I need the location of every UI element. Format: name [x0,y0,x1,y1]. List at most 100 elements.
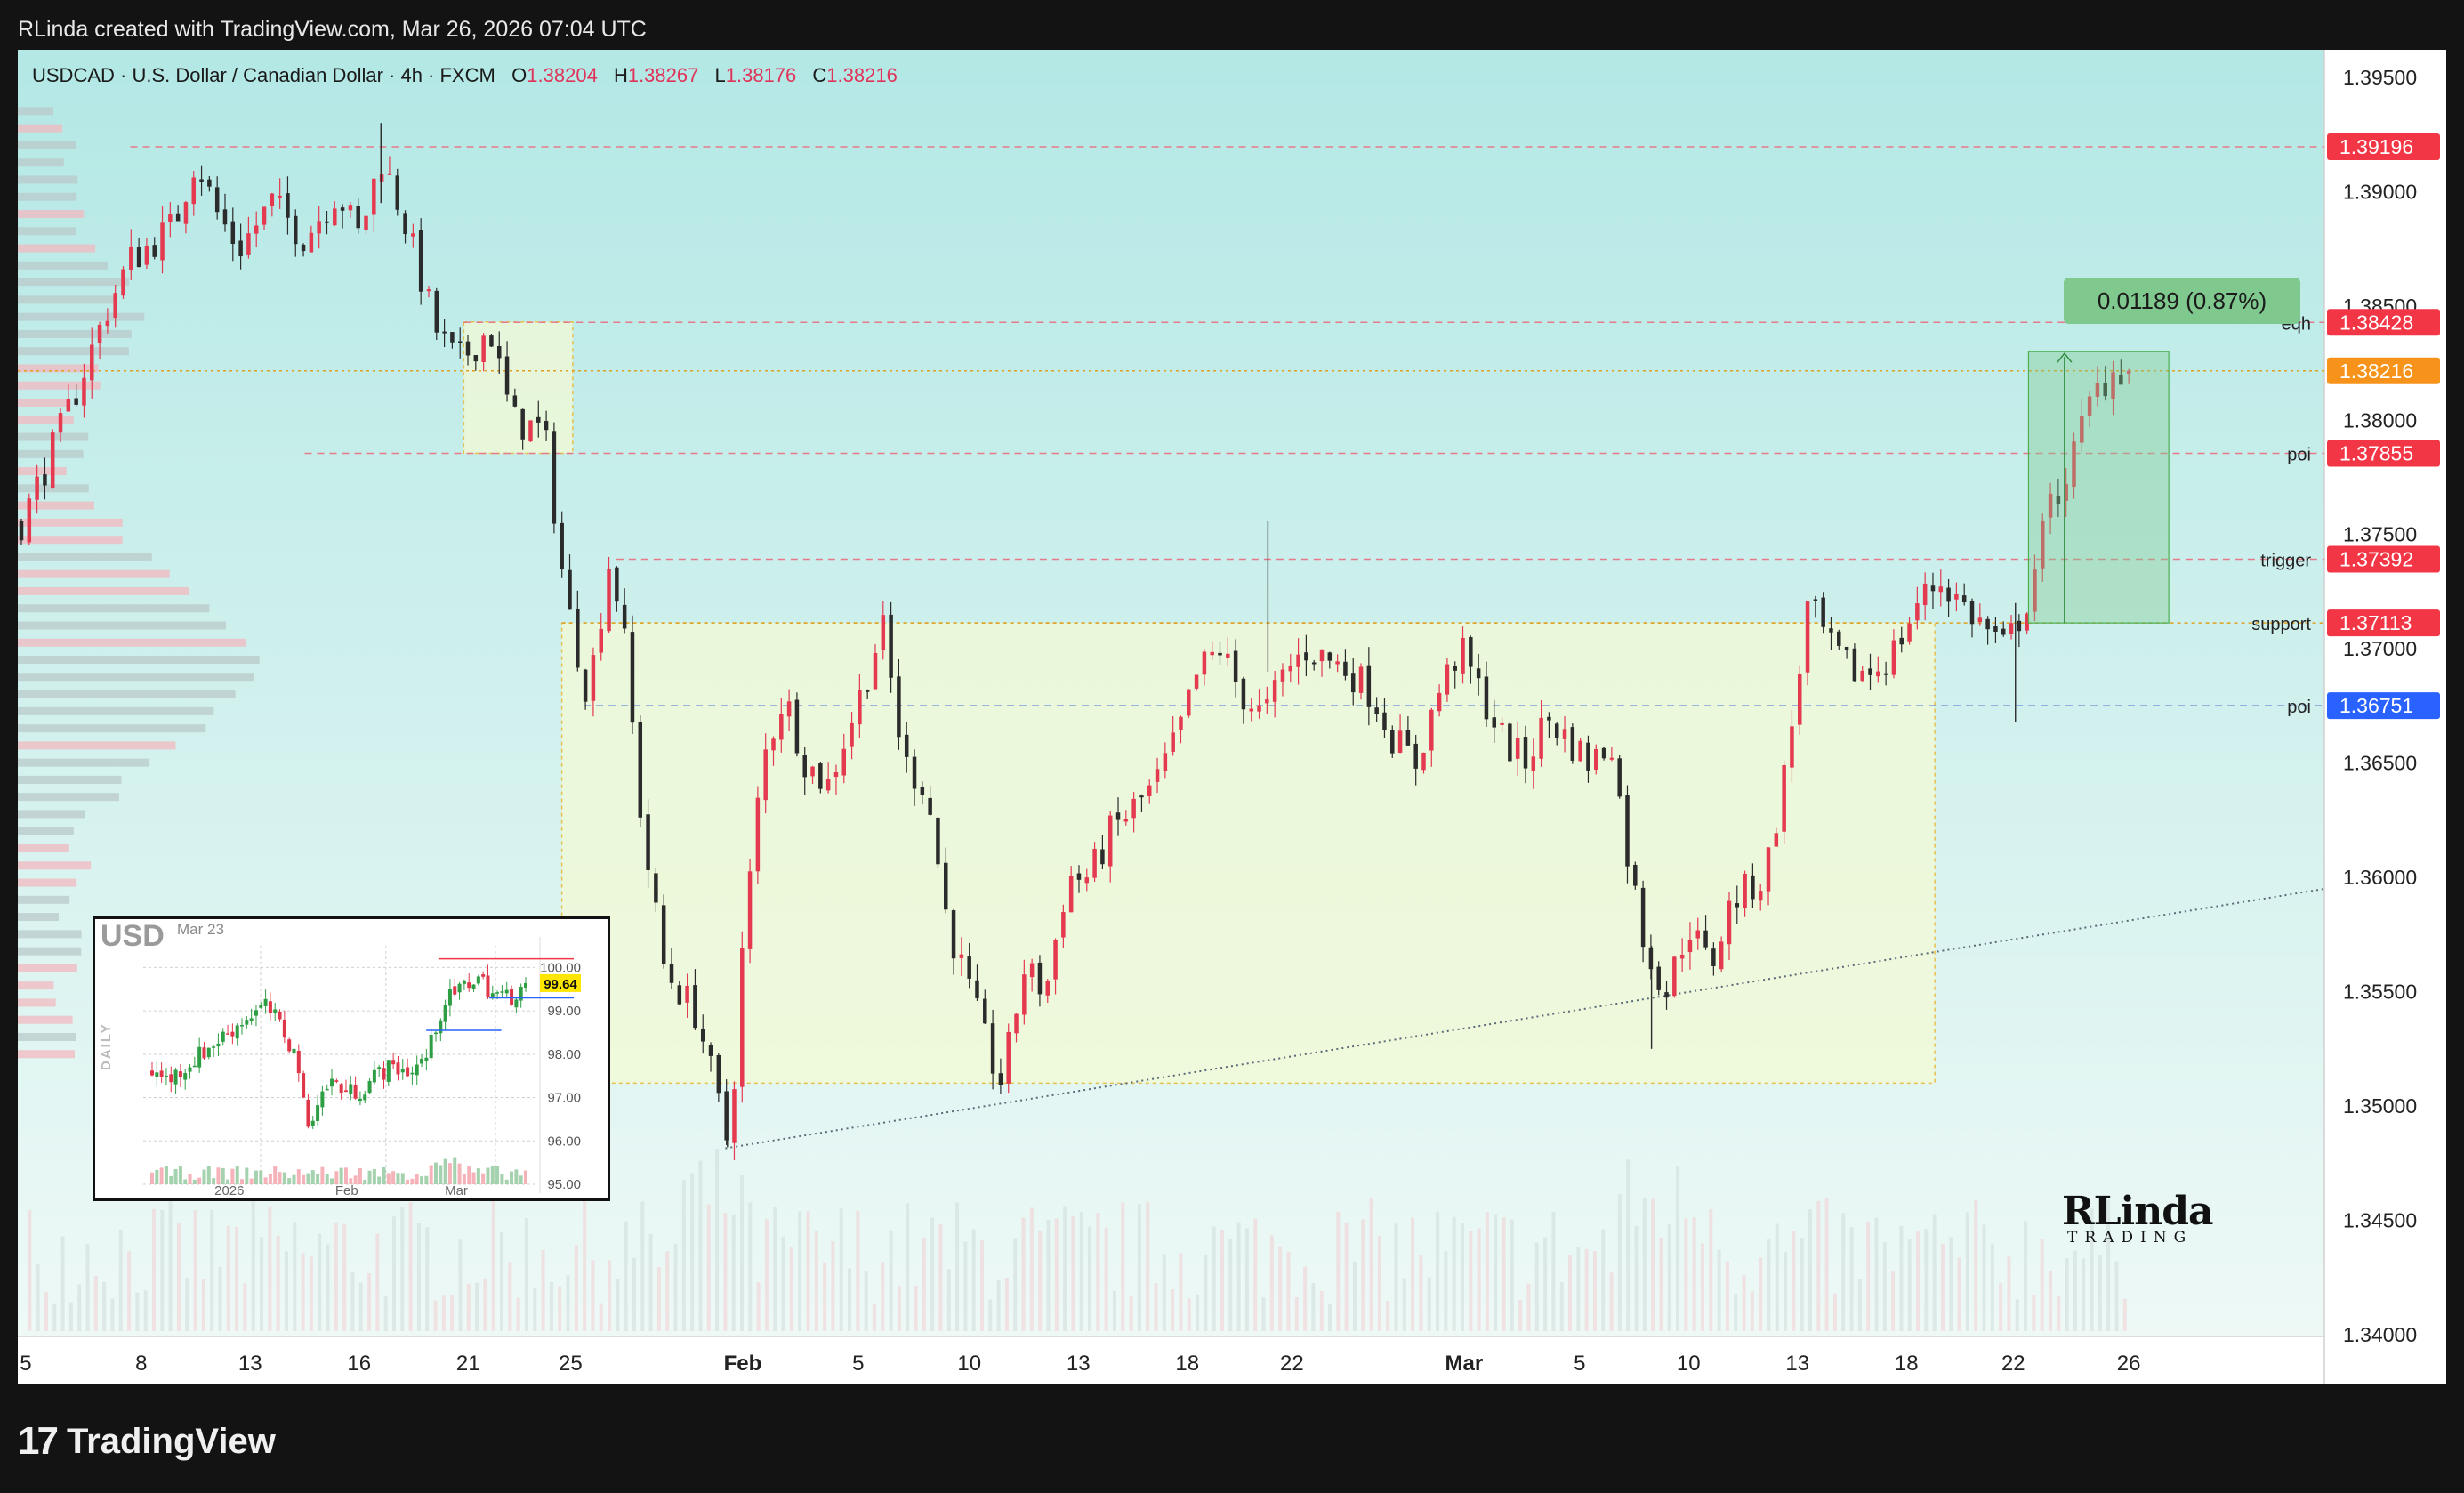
volume-bar [1261,1297,1266,1331]
volume-bar [301,1253,305,1331]
volume-bar [773,1207,777,1331]
candle-body [1961,595,1967,603]
candle-body [340,207,345,211]
volume-bar [1907,1239,1912,1331]
candle-body [841,748,847,776]
inset-candle-body [249,1018,254,1021]
volume-bar [665,1251,670,1331]
candle-body [175,213,181,222]
inset-candle-body [173,1069,178,1085]
candle-body [1679,954,1685,959]
candle-body [630,632,635,723]
candle-body [552,431,557,524]
volume-bar [591,1260,595,1331]
volume-bar [1004,1277,1009,1331]
volume-bar [698,1160,703,1331]
inset-volume-bar [150,1172,154,1184]
volume-profile-bar [18,416,74,424]
candle-body [1037,962,1043,995]
inset-price-tick: 99.00 [547,1004,581,1019]
volume-bar [524,1218,528,1331]
inset-volume-bar [400,1173,405,1184]
candle-body [222,209,228,225]
inset-volume-bar [486,1167,490,1184]
volume-profile-bar [18,312,145,321]
candle-body [1202,651,1207,675]
inset-candle-body [377,1067,382,1069]
candle-body [333,208,337,226]
price-tag-label: 1.37113 [2339,611,2412,634]
inset-candle-body [476,976,480,984]
candle-body [975,980,979,998]
candle-body [1453,666,1457,671]
candle-body [356,206,360,229]
candle-body [1155,769,1160,782]
candle-body [1977,617,1983,623]
volume-bar [1477,1228,1481,1331]
volume-bar [1891,1271,1896,1331]
volume-bar [110,1298,115,1331]
inset-candle-body [424,1057,429,1061]
candle-body [1218,652,1222,656]
time-tick-label: Mar [1445,1352,1484,1376]
candle-body [1288,666,1293,672]
volume-bar [1510,1219,1514,1331]
legend-close: 1.38216 [826,64,898,86]
candle-body [1907,623,1912,642]
candle-body [1139,795,1144,798]
volume-bar [1129,1295,1133,1331]
candle-body [450,332,455,343]
inset-price-tick: 95.00 [547,1177,581,1192]
volume-profile-bar [18,930,82,939]
volume-bar [1767,1239,1771,1331]
volume-bar [1824,1198,1829,1331]
candle-body [372,178,376,215]
candle-body [1092,848,1097,878]
volume-bar [988,1299,993,1331]
volume-bar [2098,1255,2102,1331]
inset-volume-bar [245,1167,249,1184]
candle-body [504,356,510,395]
candle-body [2009,623,2014,634]
candle-body [74,398,78,405]
candle-body [520,408,525,440]
price-tag-label: 1.39196 [2339,135,2413,158]
candle-body [512,395,518,407]
inset-candle-body [268,1001,272,1013]
volume-bar [36,1264,40,1331]
inset-current-value: 99.64 [544,977,577,992]
volume-bar [1684,1218,1688,1331]
candle-body [246,233,251,255]
volume-profile-bar [18,141,76,149]
inset-volume-bar [433,1162,438,1184]
candle-body [881,615,886,650]
candle-body [27,498,32,543]
volume-profile-bar [18,895,70,904]
time-tick-label: 10 [957,1352,981,1376]
inset-price-tick: 96.00 [547,1134,581,1149]
volume-bar [632,1257,636,1331]
candle-body [825,779,831,791]
volume-bar [1452,1216,1456,1331]
volume-bar [1990,1243,1994,1331]
volume-bar [848,1268,852,1331]
volume-bar [2032,1295,2036,1331]
candle-body [928,797,932,815]
tradingview-logo[interactable]: 17 TradingView [18,1410,276,1473]
candle-body [1899,637,1904,645]
candle-body [1985,618,1990,630]
candle-body [599,628,603,653]
volume-profile-bar [18,741,176,750]
price-tag-label: 1.38216 [2339,359,2413,383]
chart-panel[interactable]: eqh poi trigger support poi 0.01189 (0.87%) 1.… [18,50,2446,1384]
inset-volume-bar [278,1172,282,1184]
volume-bar [706,1204,711,1331]
candle-body [1014,1013,1019,1034]
price-tick-label: 1.39500 [2343,66,2417,89]
inset-volume-bar [268,1174,272,1184]
volume-bar [715,1149,720,1331]
candle-body [1837,631,1841,646]
candle-body [1735,903,1740,908]
inset-volume-bar [216,1167,221,1184]
inset-candle-body [202,1047,206,1059]
